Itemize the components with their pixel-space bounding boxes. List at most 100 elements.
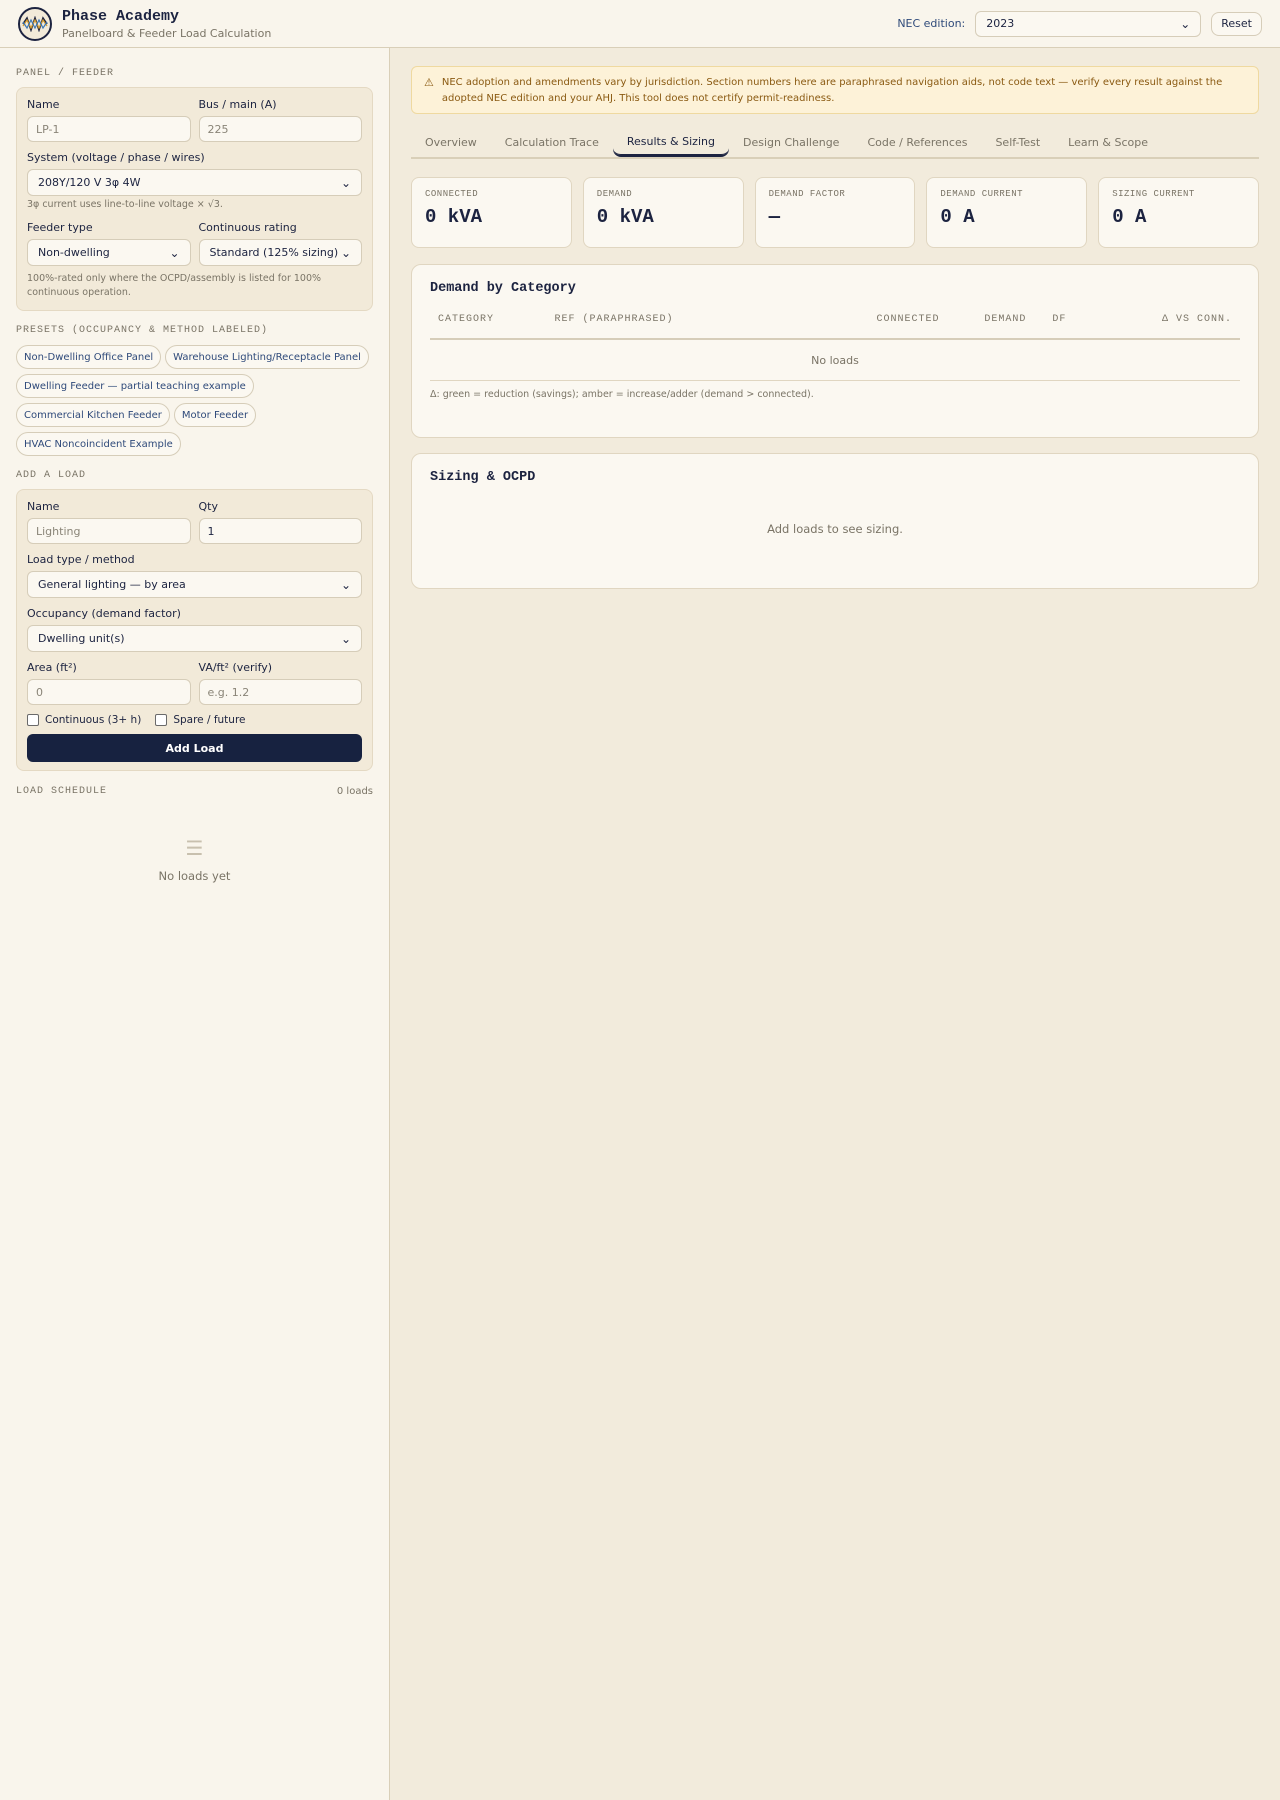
column-header-category: CATEGORY — [438, 314, 495, 325]
load-schedule-header: LOAD SCHEDULE 0 loads — [16, 786, 373, 797]
brand: Phase Academy Panelboard & Feeder Load C… — [62, 8, 271, 40]
load-schedule-empty: ☰ No loads yet — [16, 838, 373, 883]
stats-row: CONNECTED 0 kVA DEMAND 0 kVA DEMAND FACTOR — D… — [411, 177, 1259, 248]
preset-chip-hvac-noncoincident-example[interactable]: HVAC Noncoincident Example — [16, 432, 181, 456]
bus-main-label: Bus / main (A) — [198, 98, 277, 111]
continuous-rating-select[interactable]: Standard (125% sizing) ⌄ — [198, 239, 362, 266]
jurisdiction-alert: ⚠ NEC adoption and amendments vary by ju… — [411, 66, 1259, 114]
stat-card-demand: DEMAND 0 kVA — [582, 177, 744, 248]
continuous-rating-label: Continuous rating — [198, 221, 297, 234]
occupancy-value: Dwelling unit(s) — [38, 632, 125, 645]
feeder-type-label: Feeder type — [27, 221, 93, 234]
add-load-section-title: ADD A LOAD — [16, 470, 87, 481]
stat-card-connected: CONNECTED 0 kVA — [411, 177, 572, 248]
demand-table-header: CATEGORY REF (PARAPHRASED) CONNECTED DEMAND… — [430, 314, 1240, 340]
nec-edition-select[interactable]: 2023 ⌄ — [975, 10, 1202, 37]
add-load-button[interactable]: Add Load — [27, 734, 362, 762]
alert-text: NEC adoption and amendments vary by juri… — [441, 77, 1223, 104]
load-name-label: Name — [27, 500, 60, 513]
load-count: 0 loads — [336, 786, 373, 797]
load-name-input[interactable]: Lighting — [27, 518, 191, 544]
qty-input[interactable]: 1 — [198, 518, 362, 544]
system-select[interactable]: 208Y/120 V 3φ 4W ⌄ — [27, 169, 362, 196]
column-header-demand: DEMAND — [984, 314, 1027, 325]
preset-chip-non-dwelling-office-panel[interactable]: Non-Dwelling Office Panel — [16, 345, 162, 369]
sizing-ocpd-panel: Sizing & OCPD Add loads to see sizing. — [411, 453, 1259, 589]
stat-value: 0 A — [940, 206, 975, 228]
load-type-label: Load type / method — [27, 553, 135, 566]
demand-panel-title: Demand by Category — [430, 281, 576, 296]
bus-main-input[interactable]: 225 — [198, 116, 362, 142]
va-per-ft2-input[interactable]: e.g. 1.2 — [198, 679, 362, 705]
preset-chip-warehouse-lighting-receptacle-panel[interactable]: Warehouse Lighting/Receptacle Panel — [165, 345, 369, 369]
tab-code-references[interactable]: Code / References — [853, 127, 981, 157]
tab-bar: Overview Calculation Trace Results & Sizin… — [411, 127, 1259, 159]
main-content: ⚠ NEC adoption and amendments vary by ju… — [390, 48, 1280, 1800]
reset-button[interactable]: Reset — [1211, 11, 1262, 36]
panel-name-label: Name — [27, 98, 60, 111]
preset-chip-motor-feeder[interactable]: Motor Feeder — [173, 403, 257, 427]
qty-label: Qty — [198, 500, 218, 513]
load-schedule-title: LOAD SCHEDULE — [16, 786, 108, 797]
continuous-label: Continuous (3+ h) — [45, 714, 142, 726]
panel-feeder-section-title: PANEL / FEEDER — [16, 68, 115, 79]
system-hint: 3φ current uses line-to-line voltage × √… — [27, 199, 223, 210]
stat-label: SIZING CURRENT — [1112, 189, 1195, 199]
area-input[interactable]: 0 — [27, 679, 191, 705]
area-label: Area (ft²) — [27, 661, 77, 674]
occupancy-label: Occupancy (demand factor) — [27, 607, 181, 620]
rating-hint: 100%-rated only where the OCPD/assembly … — [27, 273, 322, 298]
nec-edition-value: 2023 — [986, 17, 1015, 30]
presets-section-title: PRESETS (OCCUPANCY & METHOD LABELED) — [16, 325, 269, 336]
preset-chip-commercial-kitchen-feeder[interactable]: Commercial Kitchen Feeder — [16, 403, 170, 427]
load-type-select[interactable]: General lighting — by area ⌄ — [27, 571, 362, 598]
column-header-connected: CONNECTED — [876, 314, 940, 325]
load-options: Continuous (3+ h) Spare / future — [27, 714, 362, 726]
chevron-down-icon: ⌄ — [169, 245, 180, 260]
preset-chip-dwelling-feeder-partial-teaching-example[interactable]: Dwelling Feeder — partial teaching examp… — [16, 374, 254, 398]
feeder-type-select[interactable]: Non-dwelling ⌄ — [27, 239, 191, 266]
stat-value: — — [768, 206, 780, 228]
sizing-empty-text: Add loads to see sizing. — [767, 522, 903, 536]
sidebar: PANEL / FEEDER Name LP-1 Bus / main (A) … — [0, 48, 390, 1800]
stat-value: 0 A — [1112, 206, 1147, 228]
presets-list: Non-Dwelling Office Panel Warehouse Light… — [16, 345, 376, 461]
stat-label: DEMAND — [596, 189, 633, 199]
spare-checkbox[interactable] — [155, 714, 168, 726]
panel-name-input[interactable]: LP-1 — [27, 116, 191, 142]
app-header: Phase Academy Panelboard & Feeder Load C… — [0, 0, 1280, 48]
tab-learn-scope[interactable]: Learn & Scope — [1054, 127, 1162, 157]
demand-by-category-panel: Demand by Category CATEGORY REF (PARAPHRA… — [411, 264, 1259, 438]
stat-card-demand-factor: DEMAND FACTOR — — [754, 177, 916, 248]
column-header-df: DF — [1052, 314, 1067, 325]
stat-value: 0 kVA — [596, 206, 654, 228]
stat-card-sizing-current: SIZING CURRENT 0 A — [1098, 177, 1259, 248]
nec-edition-label: NEC edition: — [897, 17, 966, 30]
system-value: 208Y/120 V 3φ 4W — [38, 176, 141, 189]
stat-value: 0 kVA — [425, 206, 483, 228]
tab-self-test[interactable]: Self-Test — [981, 127, 1054, 157]
app-subtitle: Panelboard & Feeder Load Calculation — [62, 26, 272, 40]
chevron-down-icon: ⌄ — [340, 175, 351, 190]
chevron-down-icon: ⌄ — [340, 245, 351, 260]
warning-icon: ⚠ — [424, 76, 434, 89]
load-type-value: General lighting — by area — [38, 578, 186, 591]
stat-label: DEMAND CURRENT — [940, 189, 1024, 199]
occupancy-select[interactable]: Dwelling unit(s) ⌄ — [27, 625, 362, 652]
tab-calculation-trace[interactable]: Calculation Trace — [491, 127, 613, 157]
chevron-down-icon: ⌄ — [340, 631, 351, 646]
tab-overview[interactable]: Overview — [411, 127, 491, 157]
phase-wave-logo-icon — [18, 6, 52, 41]
tab-design-challenge[interactable]: Design Challenge — [729, 127, 853, 157]
delta-note: Δ: green = reduction (savings); amber = … — [430, 389, 814, 400]
spare-label: Spare / future — [173, 714, 246, 726]
stat-label: CONNECTED — [425, 189, 479, 199]
app-title: Phase Academy — [62, 7, 180, 25]
feeder-type-value: Non-dwelling — [38, 246, 110, 259]
empty-text: No loads yet — [158, 869, 231, 883]
column-header-vs-conn: Δ VS CONN. — [1161, 314, 1232, 325]
chevron-down-icon: ⌄ — [1180, 16, 1191, 31]
continuous-checkbox[interactable] — [27, 714, 39, 726]
tab-results-sizing[interactable]: Results & Sizing — [612, 127, 729, 157]
sizing-panel-title: Sizing & OCPD — [430, 470, 536, 485]
